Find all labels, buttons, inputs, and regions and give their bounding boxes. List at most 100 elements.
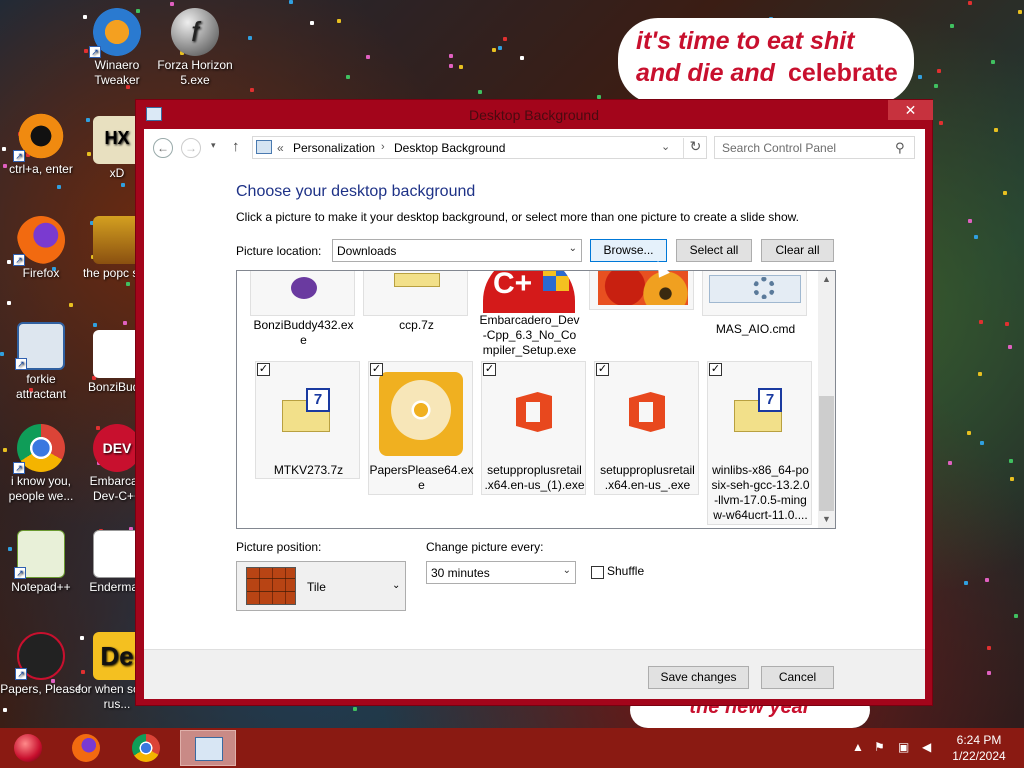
- chrome-icon: ↗: [13, 424, 65, 474]
- desktop-background-window: Desktop Background — ✕ ← → ▾ ↑ « Persona…: [135, 99, 933, 706]
- picture-checkbox[interactable]: ✓: [370, 363, 383, 376]
- picture-checkbox[interactable]: ✓: [709, 363, 722, 376]
- show-hidden-icons-button[interactable]: ▲: [852, 740, 864, 754]
- desktop-icon-label: ctrl+a, enter: [9, 162, 73, 176]
- volume-icon[interactable]: ◀: [922, 740, 931, 754]
- shuffle-checkbox[interactable]: [591, 566, 604, 579]
- confetti-piece: [939, 121, 943, 125]
- control-panel-icon: [195, 737, 223, 761]
- confetti-piece: [1009, 459, 1013, 463]
- desktop-icon-ctrl-a[interactable]: ↗ ctrl+a, enter: [0, 112, 82, 177]
- picture-checkbox[interactable]: ✓: [596, 363, 609, 376]
- taskbar-firefox[interactable]: [58, 730, 114, 766]
- breadcrumb-desktop-background[interactable]: Desktop Background: [394, 141, 505, 155]
- forward-button[interactable]: →: [181, 138, 201, 158]
- search-box[interactable]: ⚲: [714, 136, 915, 159]
- title-bar[interactable]: Desktop Background — ✕: [136, 100, 933, 129]
- firefox-icon: ↗: [13, 216, 65, 266]
- address-bar[interactable]: « Personalization › Desktop Background ⌄…: [252, 136, 707, 159]
- desktop-icon-notepadpp[interactable]: ↗ Notepad++: [0, 530, 82, 595]
- confetti-piece: [459, 65, 463, 69]
- confetti-piece: [366, 55, 370, 59]
- devcpp-icon: C+: [476, 271, 581, 316]
- desktop-icon-papers[interactable]: ↗ Papers, Please: [0, 632, 82, 697]
- confetti-piece: [520, 56, 524, 60]
- clear-all-button[interactable]: Clear all: [761, 239, 834, 262]
- breadcrumb-overflow[interactable]: «: [277, 141, 284, 155]
- change-picture-select[interactable]: 30 minutes ⌄: [426, 561, 576, 584]
- system-clock[interactable]: 6:24 PM 1/22/2024: [944, 732, 1014, 764]
- confetti-piece: [123, 321, 127, 325]
- desktop-icon-winaero[interactable]: ↗ Winaero Tweaker: [76, 8, 158, 88]
- archive-7z-icon: 7: [255, 361, 360, 479]
- taskbar-chrome[interactable]: [118, 730, 174, 766]
- desktop-icon-label: Papers, Please: [0, 682, 82, 696]
- desktop-icon-forkie[interactable]: ↗ forkie attractant: [0, 322, 82, 402]
- confetti-piece: [1005, 322, 1009, 326]
- picture-list[interactable]: BonziBuddy432.ex e ccp.7z C+ Embarcadero_…: [236, 270, 836, 529]
- refresh-button[interactable]: ↻: [683, 138, 707, 158]
- change-picture-label: Change picture every:: [426, 540, 544, 554]
- save-changes-button[interactable]: Save changes: [648, 666, 749, 689]
- confetti-piece: [1010, 477, 1014, 481]
- cancel-button[interactable]: Cancel: [761, 666, 834, 689]
- desktop-icon-label: Forza Horizon 5.exe: [157, 58, 233, 87]
- scroll-down-button[interactable]: ▼: [818, 511, 835, 528]
- picture-position-value: Tile: [307, 580, 326, 594]
- select-all-button[interactable]: Select all: [676, 239, 752, 262]
- bubble-line: it's time to eat shit: [636, 27, 855, 55]
- flower-image: [589, 271, 694, 310]
- confetti-piece: [498, 46, 502, 50]
- meme-speech-bubble: it's time to eat shit and die and celebr…: [618, 18, 914, 104]
- search-icon[interactable]: ⚲: [895, 140, 905, 156]
- picture-label: setupproplusretail .x64.en-us_(1).exe: [484, 463, 585, 492]
- clock-date: 1/22/2024: [952, 749, 1006, 763]
- picture-checkbox[interactable]: ✓: [257, 363, 270, 376]
- recent-locations-dropdown[interactable]: ▾: [211, 140, 216, 151]
- page-title: Choose your desktop background: [236, 183, 476, 200]
- picture-location-label: Picture location:: [236, 244, 322, 258]
- shuffle-label[interactable]: Shuffle: [607, 564, 644, 578]
- picture-checkbox[interactable]: ✓: [483, 363, 496, 376]
- bonzi-icon: [250, 271, 355, 316]
- picture-location-select[interactable]: Downloads ⌄: [332, 239, 582, 262]
- confetti-piece: [346, 75, 350, 79]
- up-button[interactable]: ↑: [232, 138, 240, 155]
- breadcrumb-personalization[interactable]: Personalization: [293, 141, 375, 155]
- confetti-piece: [1003, 191, 1007, 195]
- taskbar-control-panel[interactable]: [180, 730, 236, 766]
- desktop-icon-forza[interactable]: f Forza Horizon 5.exe: [154, 8, 236, 88]
- close-button[interactable]: ✕: [888, 100, 933, 120]
- start-orb-icon: [14, 734, 42, 762]
- confetti-piece: [449, 64, 453, 68]
- tile-preview-icon: [246, 567, 296, 605]
- scroll-up-button[interactable]: ▲: [818, 271, 835, 288]
- address-dropdown[interactable]: ⌄: [661, 140, 670, 153]
- desktop-icon-label: i know you, people we...: [8, 474, 74, 503]
- picture-position-select[interactable]: Tile ⌄: [236, 561, 406, 611]
- confetti-piece: [918, 75, 922, 79]
- taskbar: ▲ ⚑ ▣ ◀ 6:24 PM 1/22/2024: [0, 728, 1024, 768]
- chevron-down-icon: ⌄: [568, 243, 577, 254]
- bubble-line: celebrate: [788, 59, 898, 87]
- desktop-icon-chrome[interactable]: ↗ i know you, people we...: [0, 424, 82, 504]
- dialog-footer: Save changes Cancel: [144, 649, 925, 699]
- picture-label: BonziBuddy432.ex e: [253, 318, 354, 347]
- browse-button[interactable]: Browse...: [590, 239, 667, 262]
- settings-window-icon: ↗: [15, 322, 65, 370]
- breadcrumb-separator[interactable]: ›: [381, 141, 385, 153]
- confetti-piece: [337, 19, 341, 23]
- confetti-piece: [449, 54, 453, 58]
- desktop-icon-label: Notepad++: [11, 580, 71, 594]
- vertical-scrollbar[interactable]: ▲ ▼: [818, 271, 835, 528]
- back-button[interactable]: ←: [153, 138, 173, 158]
- confetti-piece: [950, 24, 954, 28]
- desktop-icon-firefox[interactable]: ↗ Firefox: [0, 216, 82, 281]
- confetti-piece: [991, 60, 995, 64]
- start-button[interactable]: [0, 730, 56, 766]
- search-input[interactable]: [715, 137, 890, 158]
- confetti-piece: [964, 581, 968, 585]
- network-icon[interactable]: ▣: [898, 740, 909, 754]
- action-center-flag-icon[interactable]: ⚑: [874, 740, 885, 754]
- scrollbar-thumb[interactable]: [819, 396, 834, 511]
